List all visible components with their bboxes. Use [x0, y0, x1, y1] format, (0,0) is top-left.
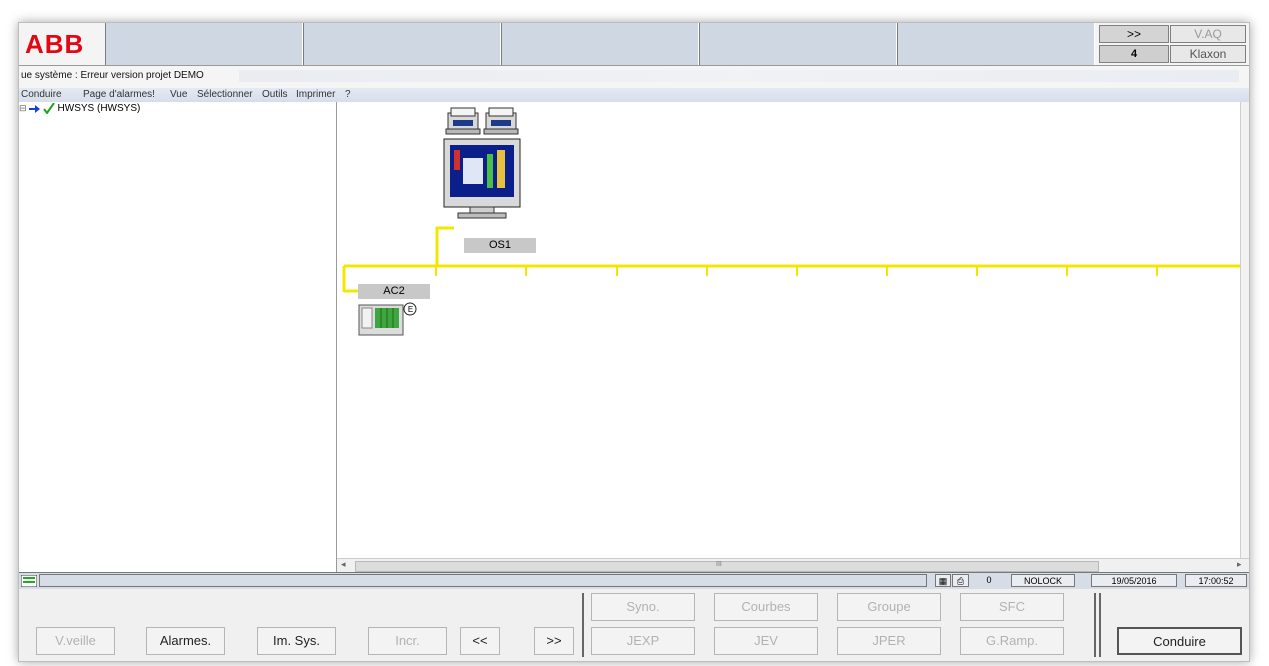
jexp-button[interactable]: JEXP [591, 627, 695, 655]
menu-page-alarmes[interactable]: Page d'alarmes! [83, 89, 155, 100]
menu-imprimer[interactable]: Imprimer [296, 89, 335, 100]
alarm-slot[interactable] [699, 23, 897, 65]
printer-icon [445, 107, 481, 135]
alarm-count-badge: 4 [1099, 45, 1169, 63]
scroll-thumb[interactable]: III [355, 561, 1099, 572]
menu-outils[interactable]: Outils [262, 89, 288, 100]
klaxon-button[interactable]: Klaxon [1170, 45, 1246, 63]
operator-station-icon [443, 138, 521, 219]
panel-divider [1094, 593, 1096, 657]
window-title: ue système : Erreur version projet DEMO [21, 70, 204, 81]
function-key-panel: V.veille Alarmes. Im. Sys. Incr. << >> S… [19, 589, 1249, 661]
ac2-label[interactable]: AC2 [358, 284, 430, 299]
tree-item-hwsys[interactable]: ⊟ HWSYS (HWSYS) [19, 103, 140, 114]
next-button[interactable]: >> [534, 627, 574, 655]
status-message [39, 574, 927, 587]
title-bar: ue système : Erreur version projet DEMO [19, 65, 1249, 89]
courbes-button[interactable]: Courbes [714, 593, 818, 621]
print-icon[interactable]: ⎙ [952, 574, 969, 587]
grid-icon[interactable]: ▦ [935, 574, 951, 587]
im-sys-button[interactable]: Im. Sys. [257, 627, 336, 655]
jper-button[interactable]: JPER [837, 627, 941, 655]
printer-icon [483, 107, 519, 135]
status-date: 19/05/2016 [1091, 574, 1177, 587]
os1-label[interactable]: OS1 [464, 238, 536, 253]
horizontal-scrollbar[interactable]: ◂ III ▸ [337, 558, 1249, 573]
app-window: ABB >> V.AQ 4 Klaxon ue système : Erreur… [18, 22, 1250, 662]
menu-selectionner[interactable]: Sélectionner [197, 89, 253, 100]
veille-button[interactable]: V.veille [36, 627, 115, 655]
hardware-tree: ⊟ HWSYS (HWSYS) [19, 102, 337, 572]
alarmes-button[interactable]: Alarmes. [146, 627, 225, 655]
syno-button[interactable]: Syno. [591, 593, 695, 621]
network-bus [342, 107, 1240, 336]
status-number: 0 [986, 575, 992, 585]
sfc-button[interactable]: SFC [960, 593, 1064, 621]
topology-diagram: OS1 AC2 E [337, 102, 1240, 558]
previous-button[interactable]: << [460, 627, 500, 655]
checkmark-icon [42, 103, 55, 114]
menu-vue[interactable]: Vue [170, 89, 187, 100]
incr-button[interactable]: Incr. [368, 627, 447, 655]
arrow-right-icon [28, 104, 40, 113]
vaq-button[interactable]: V.AQ [1170, 25, 1246, 43]
collapse-icon[interactable]: ⊟ [19, 103, 27, 114]
vertical-scrollbar[interactable] [1240, 102, 1249, 558]
scroll-right-icon[interactable]: ▸ [1237, 559, 1242, 570]
conduire-button[interactable]: Conduire [1117, 627, 1242, 655]
lock-status: NOLOCK [1011, 574, 1075, 587]
groupe-button[interactable]: Groupe [837, 593, 941, 621]
status-indicator-icon [21, 575, 37, 587]
status-bar: ▦ ⎙ 0 NOLOCK 19/05/2016 17:00:52 [19, 572, 1249, 589]
alarm-slot[interactable] [303, 23, 501, 65]
scroll-grip: III [716, 561, 722, 568]
jev-button[interactable]: JEV [714, 627, 818, 655]
abb-logo: ABB [25, 29, 85, 59]
ac2-badge: E [407, 305, 414, 314]
alarm-slot[interactable] [897, 23, 1095, 65]
menu-conduire[interactable]: Conduire [21, 89, 62, 100]
more-alarms-button[interactable]: >> [1099, 25, 1169, 43]
alarm-slot[interactable] [501, 23, 699, 65]
menu-help[interactable]: ? [345, 89, 351, 100]
panel-divider [582, 593, 584, 657]
panel-divider [1099, 593, 1101, 657]
alarm-slot[interactable] [105, 23, 303, 65]
scroll-left-icon[interactable]: ◂ [341, 559, 346, 570]
tree-item-label: HWSYS (HWSYS) [57, 103, 141, 114]
status-time: 17:00:52 [1185, 574, 1247, 587]
alarm-slots [105, 23, 1095, 65]
top-banner: ABB >> V.AQ 4 Klaxon [19, 23, 1249, 65]
background-toolbar [239, 70, 1239, 82]
g-ramp-button[interactable]: G.Ramp. [960, 627, 1064, 655]
menu-bar: Conduire Page d'alarmes! Vue Sélectionne… [19, 88, 1249, 102]
